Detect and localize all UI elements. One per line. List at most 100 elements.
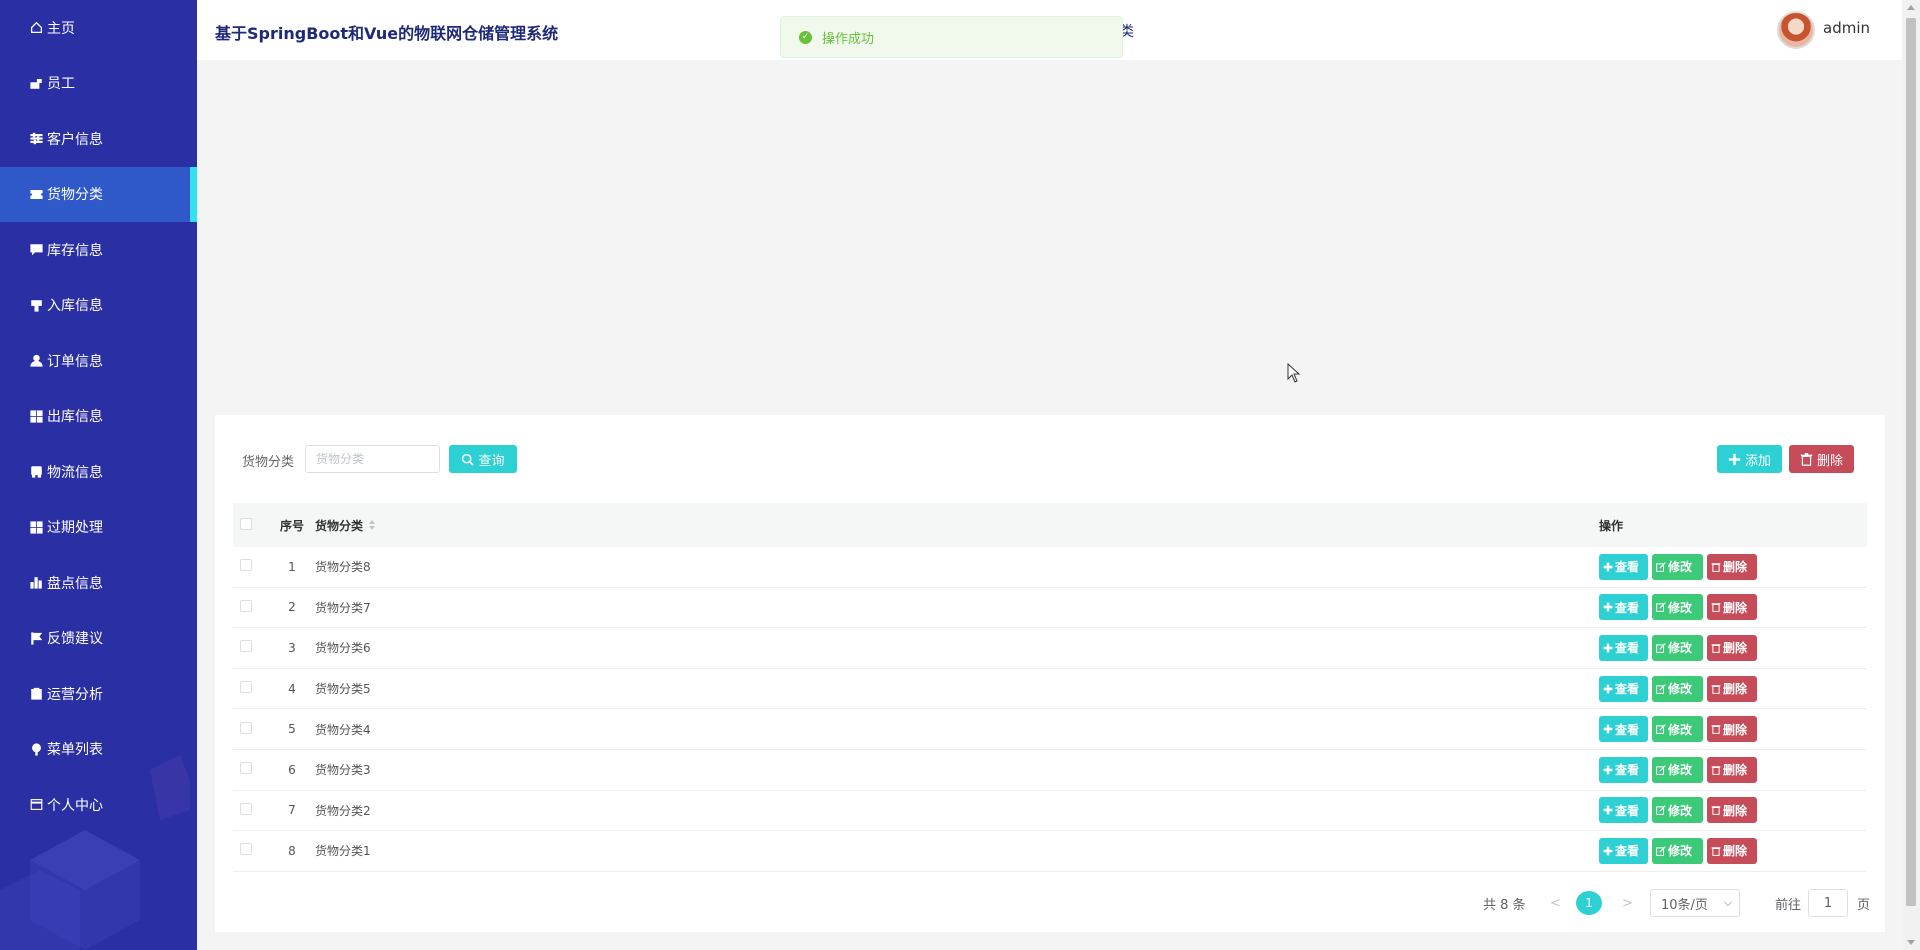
trash-icon: [1711, 563, 1721, 572]
scroll-down-arrow[interactable]: [1907, 940, 1915, 945]
row-checkbox[interactable]: [240, 640, 252, 653]
table-row: 7 货物分类2 查看 修改 删除: [233, 791, 1867, 832]
sidebar-item-label: 反馈建议: [47, 631, 103, 648]
sidebar-item-14[interactable]: 菜单列表: [0, 722, 197, 778]
username[interactable]: admin: [1823, 19, 1870, 37]
sidebar-item-3[interactable]: 客户信息: [0, 111, 197, 167]
sidebar-item-6[interactable]: 入库信息: [0, 278, 197, 334]
row-checkbox[interactable]: [240, 762, 252, 775]
scroll-thumb[interactable]: [1906, 18, 1916, 906]
view-button[interactable]: 查看: [1599, 594, 1648, 621]
edit-button[interactable]: 修改: [1652, 594, 1703, 621]
delete-button[interactable]: 删除: [1707, 634, 1757, 661]
table-row: 5 货物分类4 查看 修改 删除: [233, 709, 1867, 750]
next-page-button[interactable]: >: [1622, 889, 1633, 917]
current-page[interactable]: 1: [1576, 891, 1602, 915]
edit-button[interactable]: 修改: [1652, 716, 1703, 743]
page-scrollbar[interactable]: [1902, 0, 1920, 950]
search-input[interactable]: [305, 445, 440, 473]
sidebar: 主页员工 客户信息 货物分类 库存信息 入库信息 订单信息出库信息物流信息 过期处理 盘点信息…: [0, 0, 197, 950]
sidebar-item-4[interactable]: 货物分类: [0, 166, 197, 222]
table-row: 8 货物分类1 查看 修改 删除: [233, 831, 1867, 872]
sidebar-item-10[interactable]: 过期处理: [0, 500, 197, 556]
search-label: 货物分类: [242, 455, 295, 470]
row-index: 4: [288, 681, 296, 696]
edit-button[interactable]: 修改: [1652, 634, 1703, 661]
edit-button[interactable]: 修改: [1652, 837, 1703, 864]
sidebar-item-label: 主页: [47, 20, 75, 37]
sidebar-item-15[interactable]: 个人中心: [0, 777, 197, 833]
delete-button[interactable]: 删除: [1707, 756, 1757, 783]
row-name: 货物分类1: [315, 844, 371, 859]
edit-button[interactable]: 修改: [1652, 756, 1703, 783]
view-button[interactable]: 查看: [1599, 675, 1648, 702]
row-name: 货物分类8: [315, 560, 371, 575]
home-icon: [29, 21, 43, 35]
add-button[interactable]: 添加: [1717, 445, 1782, 473]
row-checkbox[interactable]: [240, 802, 252, 815]
delete-button[interactable]: 删除: [1707, 553, 1757, 580]
delete-button[interactable]: 删除: [1707, 797, 1757, 824]
sort-icon[interactable]: [369, 520, 376, 530]
sidebar-item-12[interactable]: 反馈建议: [0, 611, 197, 667]
sidebar-item-2[interactable]: 员工: [0, 56, 197, 112]
header-ops: 操作: [1599, 518, 1624, 533]
delete-button[interactable]: 删除: [1707, 594, 1757, 621]
sidebar-item-7[interactable]: 订单信息: [0, 333, 197, 389]
query-button[interactable]: 查询: [449, 445, 517, 473]
row-checkbox[interactable]: [240, 599, 252, 612]
select-all-checkbox[interactable]: [240, 517, 252, 530]
avatar[interactable]: [1777, 11, 1815, 49]
prev-page-button[interactable]: <: [1550, 889, 1561, 917]
flag-icon: [29, 631, 43, 645]
header-index: 序号: [279, 518, 304, 533]
user-icon: [29, 354, 43, 368]
table-row: 3 货物分类6 查看 修改 删除: [233, 628, 1867, 669]
header-name: 货物分类: [315, 518, 364, 533]
sidebar-item-8[interactable]: 出库信息: [0, 389, 197, 445]
row-checkbox[interactable]: [240, 681, 252, 694]
view-button[interactable]: 查看: [1599, 553, 1648, 580]
table-row: 4 货物分类5 查看 修改 删除: [233, 669, 1867, 710]
sidebar-item-13[interactable]: 运营分析: [0, 666, 197, 722]
view-label: 查看: [1615, 682, 1640, 697]
goto-page-input[interactable]: 1: [1808, 889, 1848, 917]
sidebar-item-11[interactable]: 盘点信息: [0, 555, 197, 611]
plus-icon: [1603, 643, 1613, 653]
scroll-up-arrow[interactable]: [1907, 5, 1915, 10]
view-button[interactable]: 查看: [1599, 797, 1648, 824]
mouse-cursor-icon: [1287, 363, 1301, 383]
table-body: 1 货物分类8 查看 修改 删除 2 货物分类7 查看 修改 删除 3 货物分类6 查看 修改 删除 4 货物分…: [233, 547, 1867, 872]
edit-label: 修改: [1668, 803, 1693, 818]
sidebar-item-9[interactable]: 物流信息: [0, 444, 197, 500]
page-size-select[interactable]: 10条/页: [1650, 889, 1740, 917]
pin-icon: [29, 742, 43, 756]
batch-delete-button[interactable]: 删除: [1789, 445, 1854, 473]
sidebar-item-label: 出库信息: [47, 409, 103, 426]
plus-icon: [1603, 684, 1613, 693]
delete-label: 删除: [1723, 722, 1748, 737]
table-row: 1 货物分类8 查看 修改 删除: [233, 547, 1867, 588]
edit-button[interactable]: 修改: [1652, 797, 1703, 824]
delete-button[interactable]: 删除: [1707, 675, 1757, 702]
view-button[interactable]: 查看: [1599, 634, 1648, 661]
sidebar-item-5[interactable]: 库存信息: [0, 222, 197, 278]
view-button[interactable]: 查看: [1599, 716, 1648, 743]
sidebar-item-label: 菜单列表: [47, 742, 103, 759]
view-button[interactable]: 查看: [1599, 756, 1648, 783]
plus-icon: [1603, 603, 1613, 612]
sidebar-item-1[interactable]: 主页: [0, 0, 197, 56]
plus-icon: [1603, 562, 1613, 572]
category-table: 序号 货物分类 操作 1 货物分类8 查看 修改 删除 2 货物分类7 查看 修改 删除 3 货物分类…: [233, 503, 1867, 872]
row-checkbox[interactable]: [240, 559, 252, 572]
system-title: 基于SpringBoot和Vue的物联网仓储管理系统: [215, 24, 559, 43]
edit-icon: [1656, 683, 1666, 694]
view-button[interactable]: 查看: [1599, 837, 1648, 864]
row-checkbox[interactable]: [240, 721, 252, 734]
edit-button[interactable]: 修改: [1652, 553, 1703, 580]
edit-button[interactable]: 修改: [1652, 675, 1703, 702]
delete-button[interactable]: 删除: [1707, 837, 1757, 864]
row-index: 3: [288, 640, 296, 655]
row-checkbox[interactable]: [240, 843, 252, 856]
delete-button[interactable]: 删除: [1707, 716, 1757, 743]
